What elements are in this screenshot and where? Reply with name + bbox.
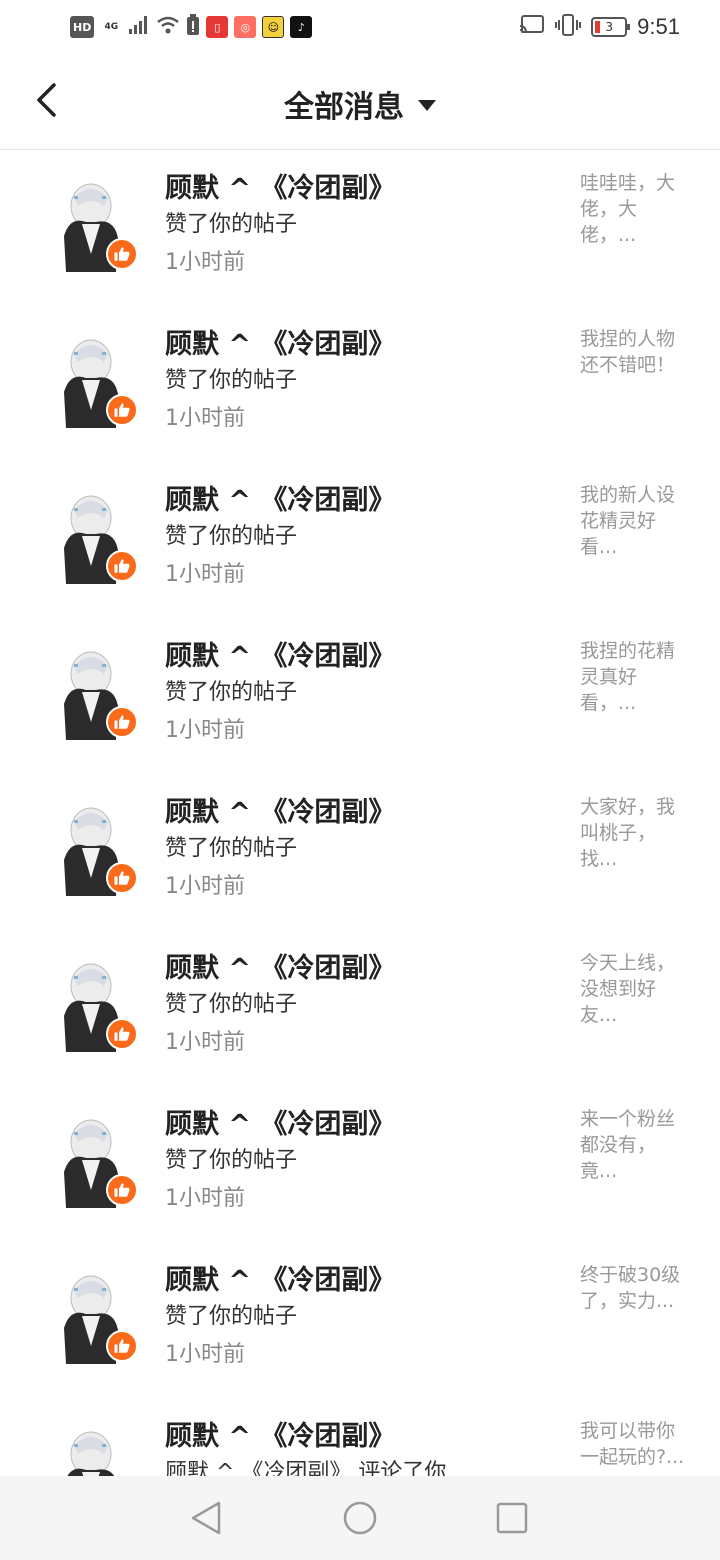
message-time: 1小时前 bbox=[165, 1186, 245, 1211]
message-item[interactable]: 顾默 ^ 《冷团副》 赞了你的帖子 1小时前 来一个粉丝都没有，竟... bbox=[0, 1086, 720, 1242]
nav-back-button[interactable] bbox=[186, 1498, 226, 1538]
message-action: 赞了你的帖子 bbox=[165, 1304, 298, 1329]
vibrate-icon bbox=[555, 14, 582, 40]
nav-recents-button[interactable] bbox=[492, 1498, 532, 1538]
status-right-icons: 3 9:51 bbox=[519, 14, 680, 40]
message-action: 赞了你的帖子 bbox=[165, 680, 298, 705]
wifi-icon bbox=[156, 15, 180, 39]
thumbs-up-icon bbox=[106, 1018, 138, 1050]
message-action: 赞了你的帖子 bbox=[165, 524, 298, 549]
post-preview[interactable]: 哇哇哇，大佬，大佬，... bbox=[580, 170, 688, 248]
system-nav-bar bbox=[0, 1476, 720, 1560]
battery-icon: 3 bbox=[591, 17, 631, 37]
message-time: 1小时前 bbox=[165, 250, 245, 275]
network-type-icon: 4G bbox=[104, 22, 119, 32]
post-preview[interactable]: 大家好，我叫桃子，找... bbox=[580, 794, 688, 872]
message-time: 1小时前 bbox=[165, 874, 245, 899]
message-time: 1小时前 bbox=[165, 718, 245, 743]
post-preview[interactable]: 终于破30级了，实力... bbox=[580, 1262, 688, 1314]
tiktok-icon: ♪ bbox=[290, 16, 313, 38]
thumbs-up-icon bbox=[106, 1330, 138, 1362]
message-time: 1小时前 bbox=[165, 1342, 245, 1367]
message-list[interactable]: 顾默 ^ 《冷团副》 赞了你的帖子 1小时前 哇哇哇，大佬，大佬，... 顾默 … bbox=[0, 150, 720, 1476]
sender-name[interactable]: 顾默 ^ 《冷团副》 bbox=[165, 322, 395, 361]
nav-home-button[interactable] bbox=[340, 1498, 380, 1538]
message-item[interactable]: 顾默 ^ 《冷团副》 赞了你的帖子 1小时前 今天上线，没想到好友... bbox=[0, 930, 720, 1086]
message-item[interactable]: 顾默 ^ 《冷团副》 赞了你的帖子 1小时前 我捏的花精灵真好看，... bbox=[0, 618, 720, 774]
message-item[interactable]: 顾默 ^ 《冷团副》 赞了你的帖子 1小时前 我的新人设花精灵好看... bbox=[0, 462, 720, 618]
post-preview[interactable]: 来一个粉丝都没有，竟... bbox=[580, 1106, 688, 1184]
sender-name[interactable]: 顾默 ^ 《冷团副》 bbox=[165, 1258, 395, 1297]
message-time: 1小时前 bbox=[165, 562, 245, 587]
status-time: 9:51 bbox=[637, 14, 680, 39]
message-item[interactable]: 顾默 ^ 《冷团副》 赞了你的帖子 1小时前 哇哇哇，大佬，大佬，... bbox=[0, 150, 720, 306]
sender-name[interactable]: 顾默 ^ 《冷团副》 bbox=[165, 166, 395, 205]
thumbs-up-icon bbox=[106, 394, 138, 426]
message-filter-dropdown[interactable]: 全部消息 bbox=[0, 82, 720, 126]
circle-home-icon bbox=[343, 1501, 377, 1535]
message-action: 顾默 ^ 《冷团副》 评论了你 bbox=[165, 1460, 447, 1476]
message-item[interactable]: 顾默 ^ 《冷团副》 赞了你的帖子 1小时前 我捏的人物还不错吧！ bbox=[0, 306, 720, 462]
page-title: 全部消息 bbox=[284, 90, 404, 125]
message-time: 1小时前 bbox=[165, 1030, 245, 1055]
sender-name[interactable]: 顾默 ^ 《冷团副》 bbox=[165, 790, 395, 829]
thumbs-up-icon bbox=[106, 1174, 138, 1206]
thumbs-up-icon bbox=[106, 706, 138, 738]
sender-name[interactable]: 顾默 ^ 《冷团副》 bbox=[165, 634, 395, 673]
message-item[interactable]: 顾默 ^ 《冷团副》 赞了你的帖子 1小时前 终于破30级了，实力... bbox=[0, 1242, 720, 1398]
triangle-back-icon bbox=[191, 1501, 221, 1535]
cast-icon bbox=[519, 14, 545, 40]
square-recents-icon bbox=[496, 1502, 528, 1534]
post-preview[interactable]: 我捏的花精灵真好看，... bbox=[580, 638, 688, 716]
app-video-icon: ◎ bbox=[234, 16, 257, 38]
status-bar: HD 4G ▯ ◎ ☺ ♪ 3 9:51 bbox=[0, 0, 720, 56]
sender-name[interactable]: 顾默 ^ 《冷团副》 bbox=[165, 478, 395, 517]
caret-down-icon bbox=[418, 99, 436, 111]
avatar[interactable] bbox=[56, 1424, 126, 1476]
header: 全部消息 bbox=[0, 56, 720, 150]
message-action: 赞了你的帖子 bbox=[165, 836, 298, 861]
thumbs-up-icon bbox=[106, 238, 138, 270]
post-preview[interactable]: 我可以带你一起玩的?... bbox=[580, 1418, 688, 1470]
app-game-icon: ☺ bbox=[262, 16, 285, 38]
hd-icon: HD bbox=[70, 16, 95, 38]
post-preview[interactable]: 我捏的人物还不错吧！ bbox=[580, 326, 688, 378]
app-book-icon: ▯ bbox=[206, 16, 229, 38]
sender-name[interactable]: 顾默 ^ 《冷团副》 bbox=[165, 1102, 395, 1141]
message-item[interactable]: 顾默 ^ 《冷团副》 赞了你的帖子 1小时前 大家好，我叫桃子，找... bbox=[0, 774, 720, 930]
message-item[interactable]: 顾默 ^ 《冷团副》 顾默 ^ 《冷团副》 评论了你 我可以带你一起玩的?... bbox=[0, 1398, 720, 1476]
sender-name[interactable]: 顾默 ^ 《冷团副》 bbox=[165, 1414, 395, 1453]
status-left-icons: HD 4G ▯ ◎ ☺ ♪ bbox=[70, 14, 313, 40]
signal-icon bbox=[128, 15, 150, 39]
thumbs-up-icon bbox=[106, 550, 138, 582]
message-action: 赞了你的帖子 bbox=[165, 212, 298, 237]
post-preview[interactable]: 今天上线，没想到好友... bbox=[580, 950, 688, 1028]
message-action: 赞了你的帖子 bbox=[165, 992, 298, 1017]
message-action: 赞了你的帖子 bbox=[165, 368, 298, 393]
sender-name[interactable]: 顾默 ^ 《冷团副》 bbox=[165, 946, 395, 985]
thumbs-up-icon bbox=[106, 862, 138, 894]
message-action: 赞了你的帖子 bbox=[165, 1148, 298, 1173]
battery-saver-icon bbox=[186, 14, 200, 40]
post-preview[interactable]: 我的新人设花精灵好看... bbox=[580, 482, 688, 560]
message-time: 1小时前 bbox=[165, 406, 245, 431]
